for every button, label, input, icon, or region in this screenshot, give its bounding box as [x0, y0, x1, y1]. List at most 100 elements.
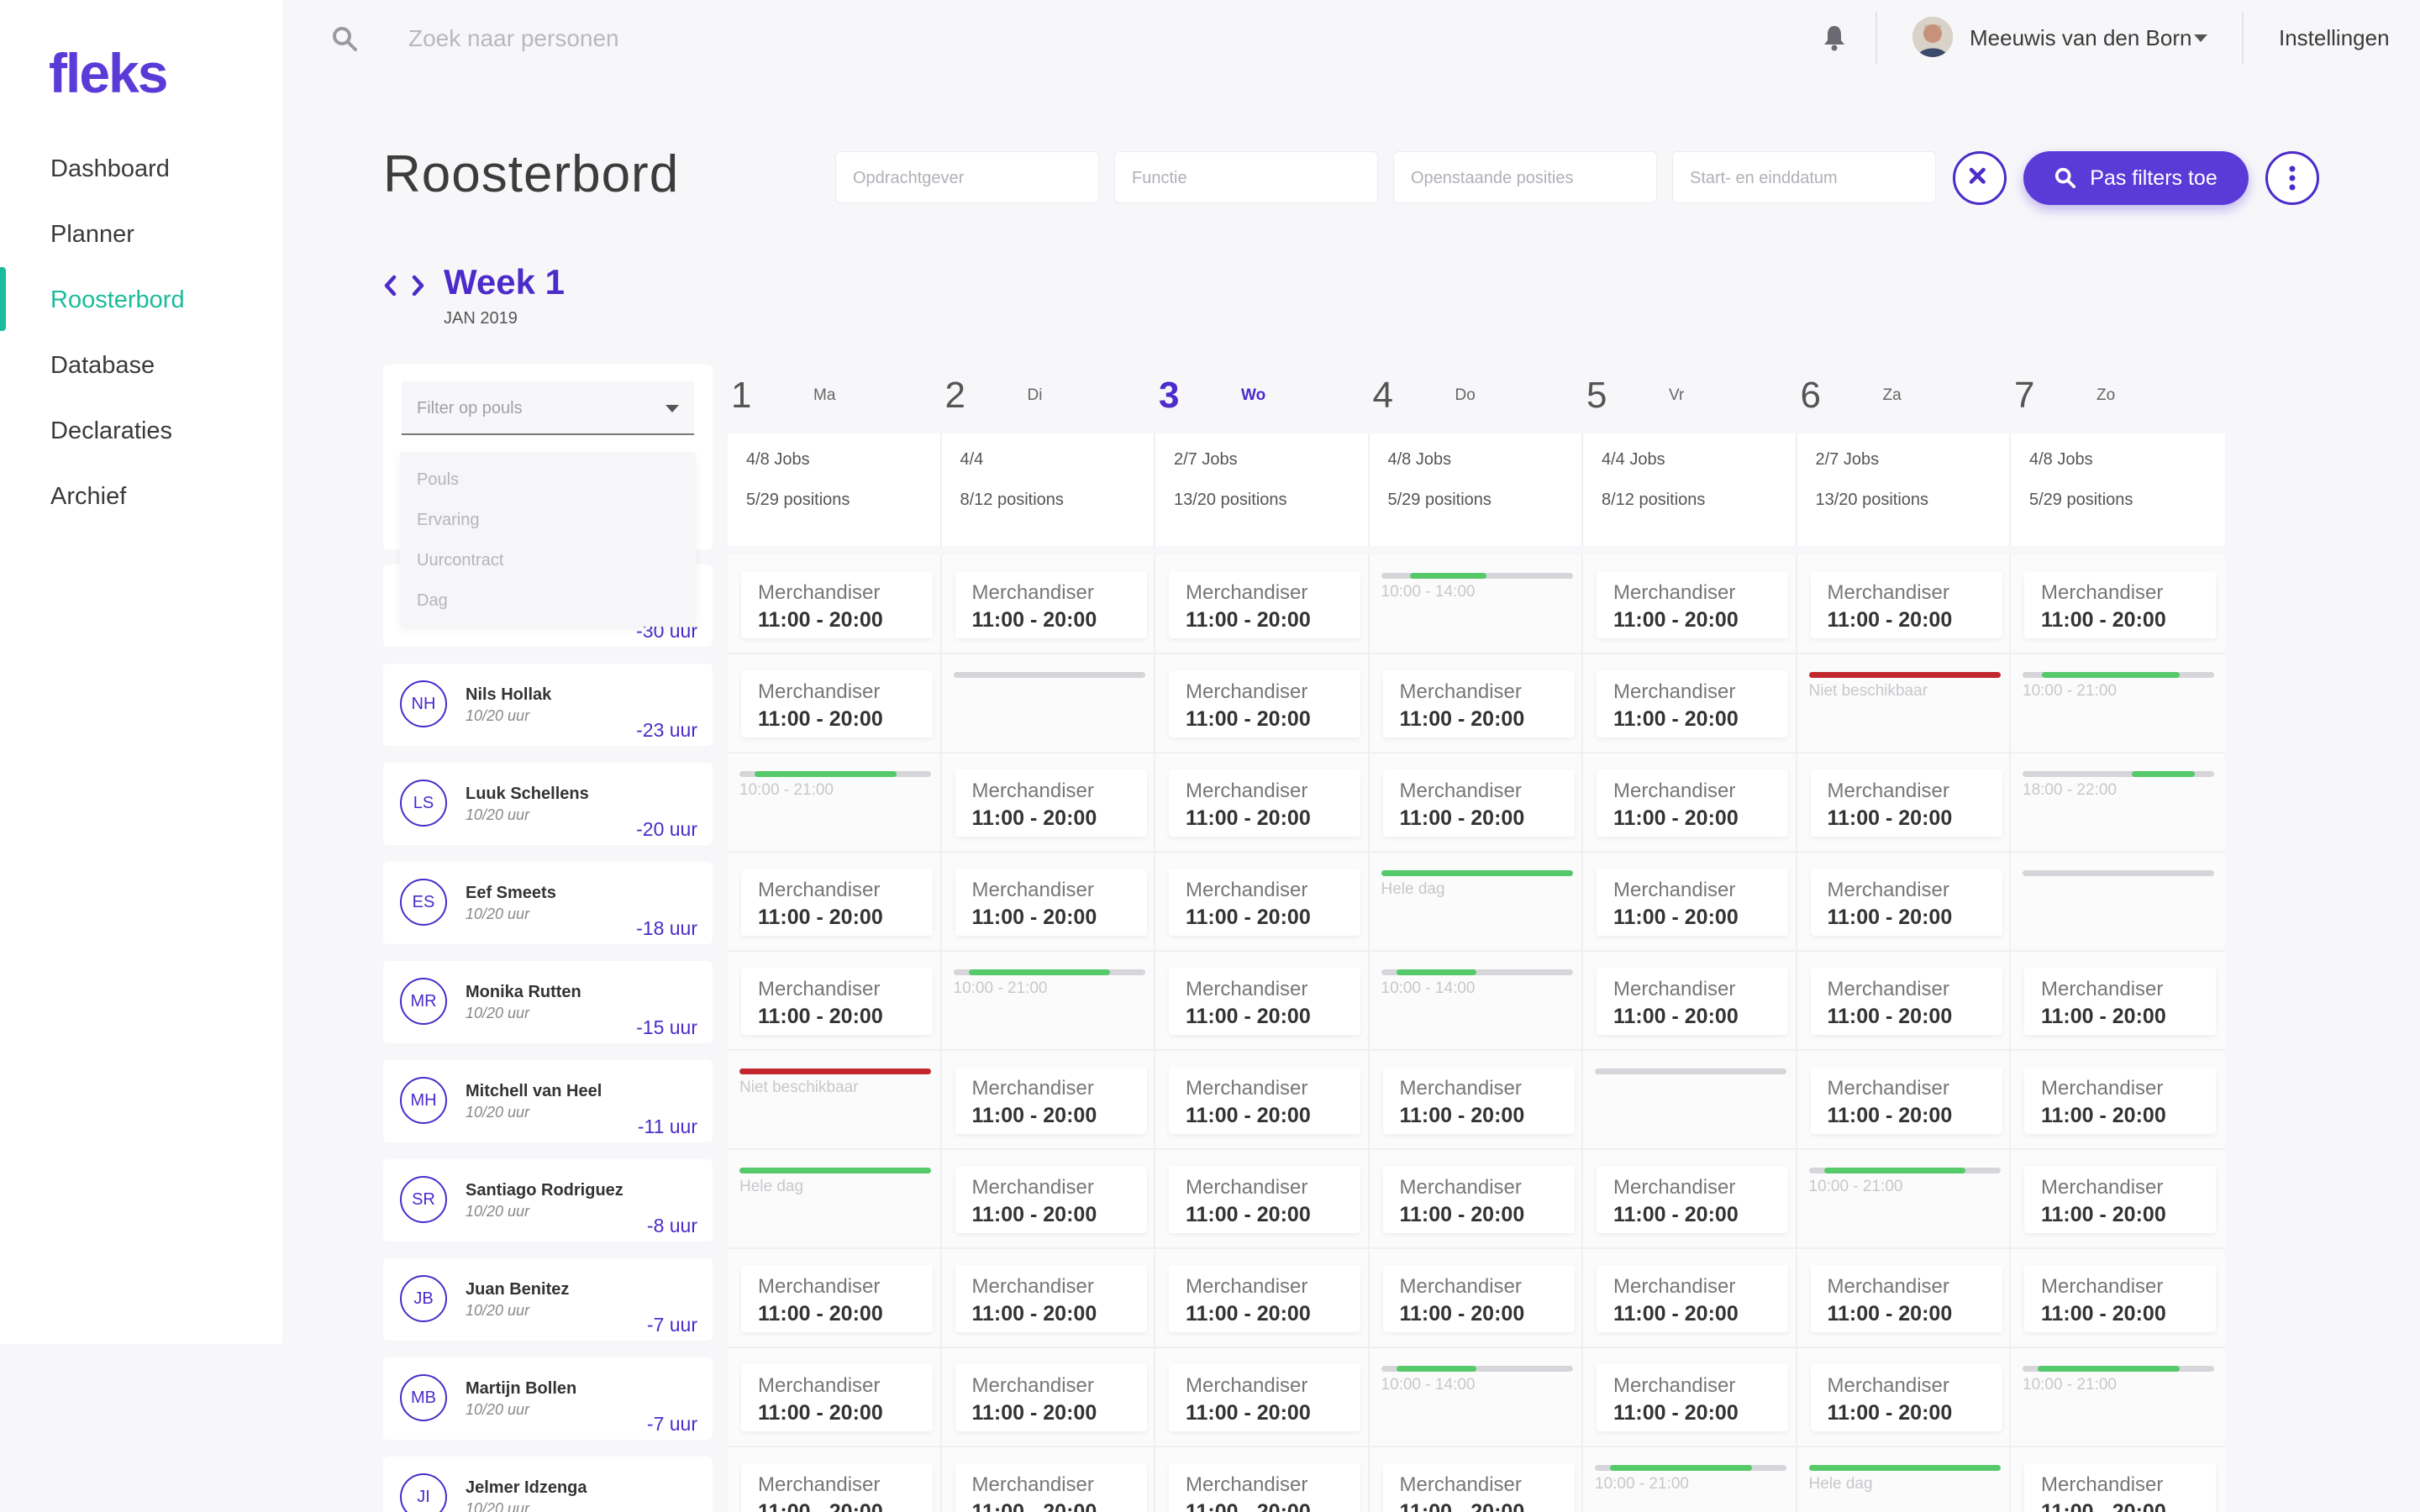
nav-item-declaraties[interactable]: Declaraties [50, 410, 172, 452]
clear-filters-button[interactable] [1953, 151, 2007, 205]
nav-item-roosterbord[interactable]: Roosterbord [50, 279, 185, 321]
shift-card[interactable]: Merchandiser 11:00 - 20:00 [1597, 670, 1788, 738]
shift-card[interactable]: Merchandiser 11:00 - 20:00 [1169, 1463, 1360, 1512]
availability-indicator[interactable]: Hele dag [1381, 870, 1573, 898]
pool-option-pouls[interactable]: Pouls [417, 470, 459, 490]
filter-functie[interactable]: Functie [1114, 151, 1378, 203]
shift-card[interactable]: Merchandiser 11:00 - 20:00 [1810, 571, 2002, 638]
shift-card[interactable]: Merchandiser 11:00 - 20:00 [741, 670, 933, 738]
user-name[interactable]: Meeuwis van den Born [1970, 25, 2191, 51]
shift-card[interactable]: Merchandiser 11:00 - 20:00 [1169, 571, 1360, 638]
shift-card[interactable]: Merchandiser 11:00 - 20:00 [1810, 869, 2002, 936]
chevron-right-icon[interactable] [410, 274, 427, 297]
availability-indicator[interactable]: 10:00 - 14:00 [1381, 969, 1573, 997]
nav-item-database[interactable]: Database [50, 344, 155, 386]
shift-card[interactable]: Merchandiser 11:00 - 20:00 [955, 1463, 1147, 1512]
availability-indicator[interactable]: 10:00 - 21:00 [739, 771, 931, 799]
fleks-logo[interactable]: fleks [49, 44, 200, 104]
availability-indicator[interactable]: Niet beschikbaar [1808, 672, 2001, 700]
chevron-down-icon[interactable] [666, 405, 679, 413]
availability-indicator[interactable]: 18:00 - 22:00 [2023, 771, 2214, 799]
shift-card[interactable]: Merchandiser 11:00 - 20:00 [1169, 769, 1360, 837]
availability-indicator[interactable] [1595, 1068, 1786, 1095]
shift-card[interactable]: Merchandiser 11:00 - 20:00 [741, 1364, 933, 1431]
nav-item-archief[interactable]: Archief [50, 475, 126, 517]
availability-indicator[interactable]: 10:00 - 21:00 [1595, 1465, 1786, 1493]
chevron-down-icon[interactable] [2193, 34, 2208, 44]
employee-card[interactable]: JI Jelmer Idzenga 10/20 uur [383, 1457, 713, 1512]
shift-card[interactable]: Merchandiser 11:00 - 20:00 [741, 1265, 933, 1332]
shift-card[interactable]: Merchandiser 11:00 - 20:00 [1597, 869, 1788, 936]
shift-card[interactable]: Merchandiser 11:00 - 20:00 [1597, 1364, 1788, 1431]
shift-card[interactable]: Merchandiser 11:00 - 20:00 [955, 1265, 1147, 1332]
shift-card[interactable]: Merchandiser 11:00 - 20:00 [741, 968, 933, 1035]
availability-indicator[interactable]: 10:00 - 21:00 [2023, 1366, 2214, 1394]
pool-option-uurcontract[interactable]: Uurcontract [417, 551, 503, 570]
more-options-button[interactable] [2265, 151, 2319, 205]
shift-card[interactable]: Merchandiser 11:00 - 20:00 [1169, 1166, 1360, 1233]
pool-option-ervaring[interactable]: Ervaring [417, 511, 479, 530]
shift-card[interactable]: Merchandiser 11:00 - 20:00 [955, 1166, 1147, 1233]
shift-card[interactable]: Merchandiser 11:00 - 20:00 [955, 571, 1147, 638]
shift-card[interactable]: Merchandiser 11:00 - 20:00 [2024, 968, 2216, 1035]
shift-card[interactable]: Merchandiser 11:00 - 20:00 [741, 1463, 933, 1512]
employee-card[interactable]: JB Juan Benitez 10/20 uur -7 uur [383, 1258, 713, 1341]
shift-card[interactable]: Merchandiser 11:00 - 20:00 [1382, 1166, 1575, 1233]
nav-item-dashboard[interactable]: Dashboard [50, 148, 170, 190]
shift-card[interactable]: Merchandiser 11:00 - 20:00 [955, 1364, 1147, 1431]
shift-card[interactable]: Merchandiser 11:00 - 20:00 [1810, 769, 2002, 837]
shift-card[interactable]: Merchandiser 11:00 - 20:00 [1169, 1265, 1360, 1332]
employee-card[interactable]: MH Mitchell van Heel 10/20 uur -11 uur [383, 1060, 713, 1142]
shift-card[interactable]: Merchandiser 11:00 - 20:00 [1382, 1067, 1575, 1134]
shift-card[interactable]: Merchandiser 11:00 - 20:00 [1597, 571, 1788, 638]
shift-card[interactable]: Merchandiser 11:00 - 20:00 [1382, 670, 1575, 738]
shift-card[interactable]: Merchandiser 11:00 - 20:00 [1382, 769, 1575, 837]
shift-card[interactable]: Merchandiser 11:00 - 20:00 [955, 1067, 1147, 1134]
settings-link[interactable]: Instellingen [2279, 25, 2390, 51]
shift-card[interactable]: Merchandiser 11:00 - 20:00 [741, 869, 933, 936]
availability-indicator[interactable] [953, 672, 1145, 699]
shift-card[interactable]: Merchandiser 11:00 - 20:00 [1169, 1364, 1360, 1431]
shift-card[interactable]: Merchandiser 11:00 - 20:00 [1382, 1463, 1575, 1512]
availability-indicator[interactable]: 10:00 - 21:00 [2023, 672, 2214, 700]
shift-card[interactable]: Merchandiser 11:00 - 20:00 [1169, 1067, 1360, 1134]
availability-indicator[interactable]: 10:00 - 21:00 [953, 969, 1145, 997]
shift-card[interactable]: Merchandiser 11:00 - 20:00 [1169, 869, 1360, 936]
shift-card[interactable]: Merchandiser 11:00 - 20:00 [2024, 1166, 2216, 1233]
chevron-left-icon[interactable] [381, 274, 398, 297]
employee-card[interactable]: MB Martijn Bollen 10/20 uur -7 uur [383, 1357, 713, 1440]
shift-card[interactable]: Merchandiser 11:00 - 20:00 [1810, 1364, 2002, 1431]
pool-filter-select[interactable]: Filter op pouls [402, 381, 694, 435]
employee-card[interactable]: LS Luuk Schellens 10/20 uur -20 uur [383, 763, 713, 845]
availability-indicator[interactable]: 10:00 - 14:00 [1381, 573, 1573, 601]
shift-card[interactable]: Merchandiser 11:00 - 20:00 [1810, 1067, 2002, 1134]
notification-bell-icon[interactable] [1822, 24, 1847, 52]
shift-card[interactable]: Merchandiser 11:00 - 20:00 [1597, 769, 1788, 837]
shift-card[interactable]: Merchandiser 11:00 - 20:00 [1169, 670, 1360, 738]
shift-card[interactable]: Merchandiser 11:00 - 20:00 [955, 869, 1147, 936]
employee-card[interactable]: MR Monika Rutten 10/20 uur -15 uur [383, 961, 713, 1043]
availability-indicator[interactable]: 10:00 - 21:00 [1808, 1168, 2001, 1195]
employee-card[interactable]: NH Nils Hollak 10/20 uur -23 uur [383, 664, 713, 746]
shift-card[interactable]: Merchandiser 11:00 - 20:00 [1810, 1265, 2002, 1332]
availability-indicator[interactable]: Hele dag [739, 1168, 931, 1195]
shift-card[interactable]: Merchandiser 11:00 - 20:00 [1597, 1166, 1788, 1233]
shift-card[interactable]: Merchandiser 11:00 - 20:00 [2024, 1067, 2216, 1134]
nav-item-planner[interactable]: Planner [50, 213, 134, 255]
filter-start-einddatum[interactable]: Start- en einddatum [1672, 151, 1936, 203]
employee-card[interactable]: SR Santiago Rodriguez 10/20 uur -8 uur [383, 1159, 713, 1242]
filter-openstaande-posities[interactable]: Openstaande posities [1393, 151, 1657, 203]
shift-card[interactable]: Merchandiser 11:00 - 20:00 [741, 571, 933, 638]
availability-indicator[interactable] [2023, 870, 2214, 897]
filter-opdrachtgever[interactable]: Opdrachtgever [835, 151, 1099, 203]
shift-card[interactable]: Merchandiser 11:00 - 20:00 [2024, 1265, 2216, 1332]
search-input[interactable] [408, 20, 997, 57]
shift-card[interactable]: Merchandiser 11:00 - 20:00 [955, 769, 1147, 837]
shift-card[interactable]: Merchandiser 11:00 - 20:00 [1169, 968, 1360, 1035]
availability-indicator[interactable]: Niet beschikbaar [739, 1068, 931, 1096]
shift-card[interactable]: Merchandiser 11:00 - 20:00 [2024, 571, 2216, 638]
avatar[interactable] [1912, 17, 1953, 57]
shift-card[interactable]: Merchandiser 11:00 - 20:00 [2024, 1463, 2216, 1512]
shift-card[interactable]: Merchandiser 11:00 - 20:00 [1382, 1265, 1575, 1332]
apply-filters-button[interactable]: Pas filters toe [2023, 151, 2249, 205]
